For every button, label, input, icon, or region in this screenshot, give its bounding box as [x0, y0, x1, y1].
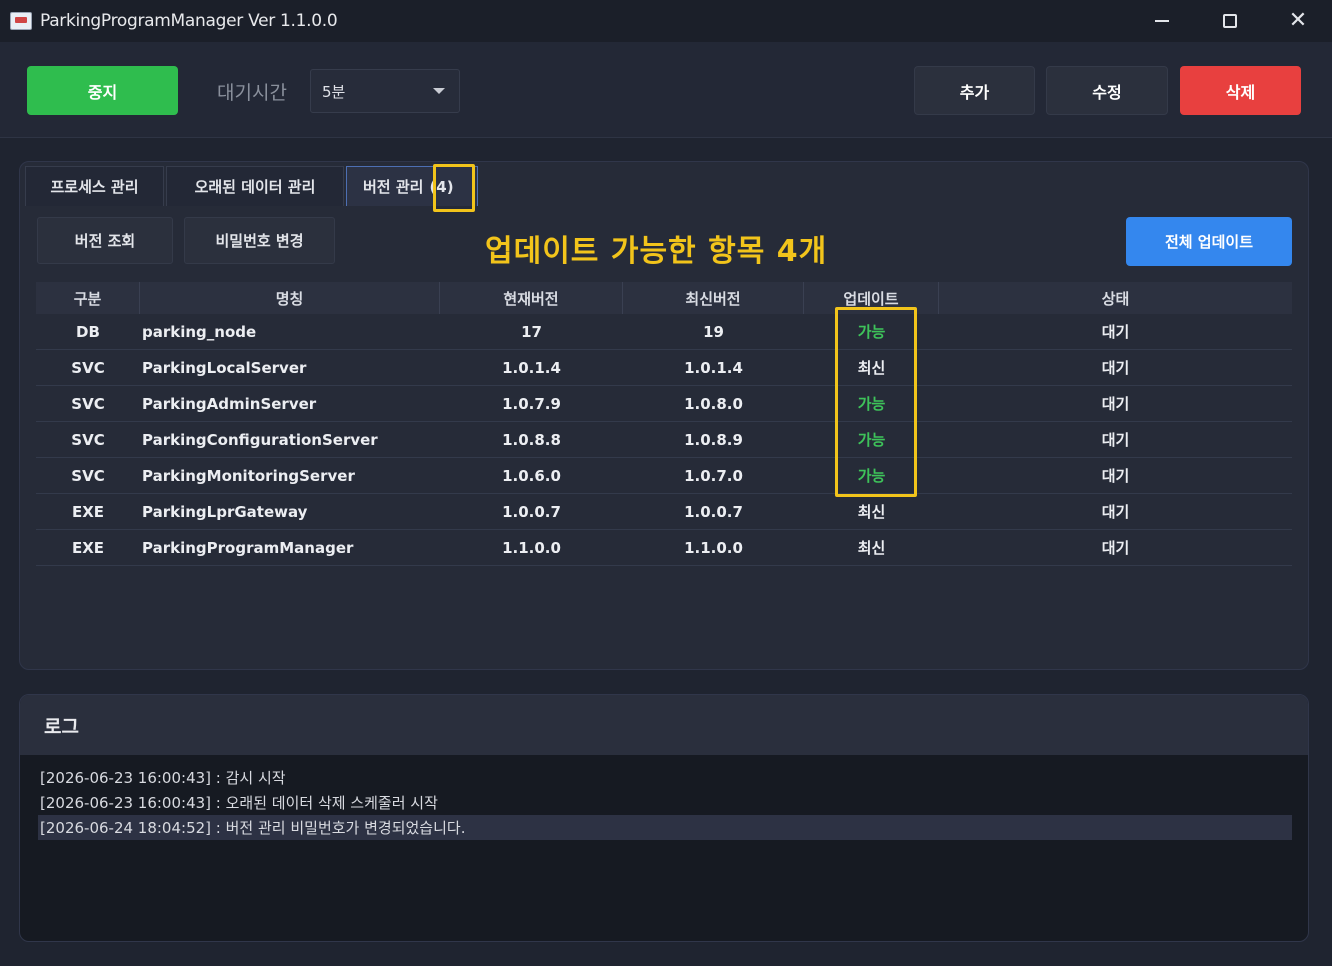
- log-title: 로그: [20, 695, 1308, 755]
- table-row[interactable]: DB parking_node 17 19 가능 대기: [36, 314, 1292, 350]
- table-row[interactable]: EXE ParkingLprGateway 1.0.0.7 1.0.0.7 최신 대기: [36, 494, 1292, 530]
- cell-name: ParkingProgramManager: [142, 538, 354, 557]
- table-header: 구분 명칭 현재버전 최신버전 업데이트 상태: [36, 282, 1292, 314]
- cell-latest-version: 1.0.8.9: [684, 430, 743, 449]
- cell-latest-version: 1.0.0.7: [684, 502, 743, 521]
- table-row[interactable]: SVC ParkingAdminServer 1.0.7.9 1.0.8.0 가능 대기: [36, 386, 1292, 422]
- log-line[interactable]: [2026-06-23 16:00:43] : 오래된 데이터 삭제 스케줄러 …: [38, 790, 1292, 815]
- cell-current-version: 1.0.0.7: [502, 502, 561, 521]
- cell-update: 최신: [857, 503, 886, 521]
- maximize-icon: [1223, 14, 1237, 28]
- cell-name: ParkingLprGateway: [142, 502, 308, 521]
- cell-latest-version: 1.1.0.0: [684, 538, 743, 557]
- cell-status: 대기: [1101, 503, 1130, 521]
- edit-button[interactable]: 수정: [1046, 66, 1168, 115]
- header-current-version: 현재버전: [440, 282, 623, 314]
- maximize-button[interactable]: [1196, 0, 1264, 42]
- cell-latest-version: 19: [703, 322, 724, 341]
- cell-category: SVC: [71, 466, 105, 485]
- wait-time-label: 대기시간: [217, 82, 287, 104]
- delete-button[interactable]: 삭제: [1180, 66, 1301, 115]
- cell-name: ParkingMonitoringServer: [142, 466, 355, 485]
- window-title: ParkingProgramManager Ver 1.1.0.0: [40, 11, 338, 31]
- cell-current-version: 1.0.7.9: [502, 394, 561, 413]
- tab-old-data[interactable]: 오래된 데이터 관리: [166, 166, 344, 206]
- cell-current-version: 1.0.8.8: [502, 430, 561, 449]
- table-row[interactable]: SVC ParkingMonitoringServer 1.0.6.0 1.0.7.0…: [36, 458, 1292, 494]
- change-password-button[interactable]: 비밀번호 변경: [184, 217, 335, 264]
- close-icon: ✕: [1288, 8, 1308, 33]
- cell-category: SVC: [71, 358, 105, 377]
- cell-status: 대기: [1101, 323, 1130, 341]
- log-panel: 로그 [2026-06-23 16:00:43] : 감시 시작 [2026-0…: [19, 694, 1309, 942]
- minimize-icon: [1155, 20, 1169, 22]
- cell-latest-version: 1.0.7.0: [684, 466, 743, 485]
- header-name: 명칭: [140, 282, 440, 314]
- cell-current-version: 1.0.1.4: [502, 358, 561, 377]
- cell-category: SVC: [71, 394, 105, 413]
- cell-latest-version: 1.0.1.4: [684, 358, 743, 377]
- app-icon: [10, 12, 32, 30]
- header-status: 상태: [1101, 289, 1130, 308]
- cell-status: 대기: [1101, 431, 1130, 449]
- chevron-down-icon: [433, 88, 445, 94]
- toolbar: 중지 대기시간 5분 추가 수정 삭제: [0, 42, 1332, 138]
- main-panel: 프로세스 관리 오래된 데이터 관리 버전 관리 (4) 버전 조회 비밀번호 …: [19, 161, 1309, 670]
- update-column-highlight: [835, 307, 917, 497]
- wait-time-value: 5분: [322, 82, 346, 101]
- cell-status: 대기: [1101, 467, 1130, 485]
- close-button[interactable]: ✕: [1264, 0, 1332, 42]
- cell-category: EXE: [71, 538, 105, 557]
- table-row[interactable]: SVC ParkingConfigurationServer 1.0.8.8 1.0.…: [36, 422, 1292, 458]
- cell-category: SVC: [71, 430, 105, 449]
- cell-category: EXE: [71, 502, 105, 521]
- cell-update: 최신: [857, 539, 886, 557]
- header-latest-version: 최신버전: [623, 282, 804, 314]
- cell-name: ParkingConfigurationServer: [142, 430, 378, 449]
- window-controls: ✕: [1128, 0, 1332, 42]
- cell-status: 대기: [1101, 395, 1130, 413]
- log-line-selected[interactable]: [2026-06-24 18:04:52] : 버전 관리 비밀번호가 변경되었…: [38, 815, 1292, 840]
- log-list[interactable]: [2026-06-23 16:00:43] : 감시 시작 [2026-06-2…: [38, 765, 1292, 840]
- table-row[interactable]: SVC ParkingLocalServer 1.0.1.4 1.0.1.4 최신 대기: [36, 350, 1292, 386]
- tab-process[interactable]: 프로세스 관리: [25, 166, 164, 206]
- cell-current-version: 1.0.6.0: [502, 466, 561, 485]
- add-button[interactable]: 추가: [914, 66, 1035, 115]
- cell-latest-version: 1.0.8.0: [684, 394, 743, 413]
- wait-time-select[interactable]: 5분: [310, 69, 460, 113]
- version-query-button[interactable]: 버전 조회: [37, 217, 173, 264]
- tab-bar: 프로세스 관리 오래된 데이터 관리 버전 관리 (4): [25, 166, 480, 206]
- version-table: 구분 명칭 현재버전 최신버전 업데이트 상태 DB parking_node 17…: [36, 282, 1292, 566]
- header-category: 구분: [36, 282, 140, 314]
- tab-count-highlight: [433, 164, 475, 212]
- cell-name: ParkingAdminServer: [142, 394, 317, 413]
- cell-current-version: 17: [521, 322, 542, 341]
- minimize-button[interactable]: [1128, 0, 1196, 42]
- title-bar: ParkingProgramManager Ver 1.1.0.0 ✕: [0, 0, 1332, 42]
- cell-category: DB: [76, 322, 100, 341]
- stop-button[interactable]: 중지: [27, 66, 178, 115]
- cell-name: parking_node: [142, 322, 257, 341]
- cell-name: ParkingLocalServer: [142, 358, 307, 377]
- cell-current-version: 1.1.0.0: [502, 538, 561, 557]
- update-all-button[interactable]: 전체 업데이트: [1126, 217, 1292, 266]
- table-row[interactable]: EXE ParkingProgramManager 1.1.0.0 1.1.0.0 최신…: [36, 530, 1292, 566]
- cell-status: 대기: [1101, 539, 1130, 557]
- log-line[interactable]: [2026-06-23 16:00:43] : 감시 시작: [38, 765, 1292, 790]
- tab-version-label: 버전 관리: [363, 178, 424, 196]
- update-annotation: 업데이트 가능한 항목 4개: [485, 234, 828, 269]
- cell-status: 대기: [1101, 359, 1130, 377]
